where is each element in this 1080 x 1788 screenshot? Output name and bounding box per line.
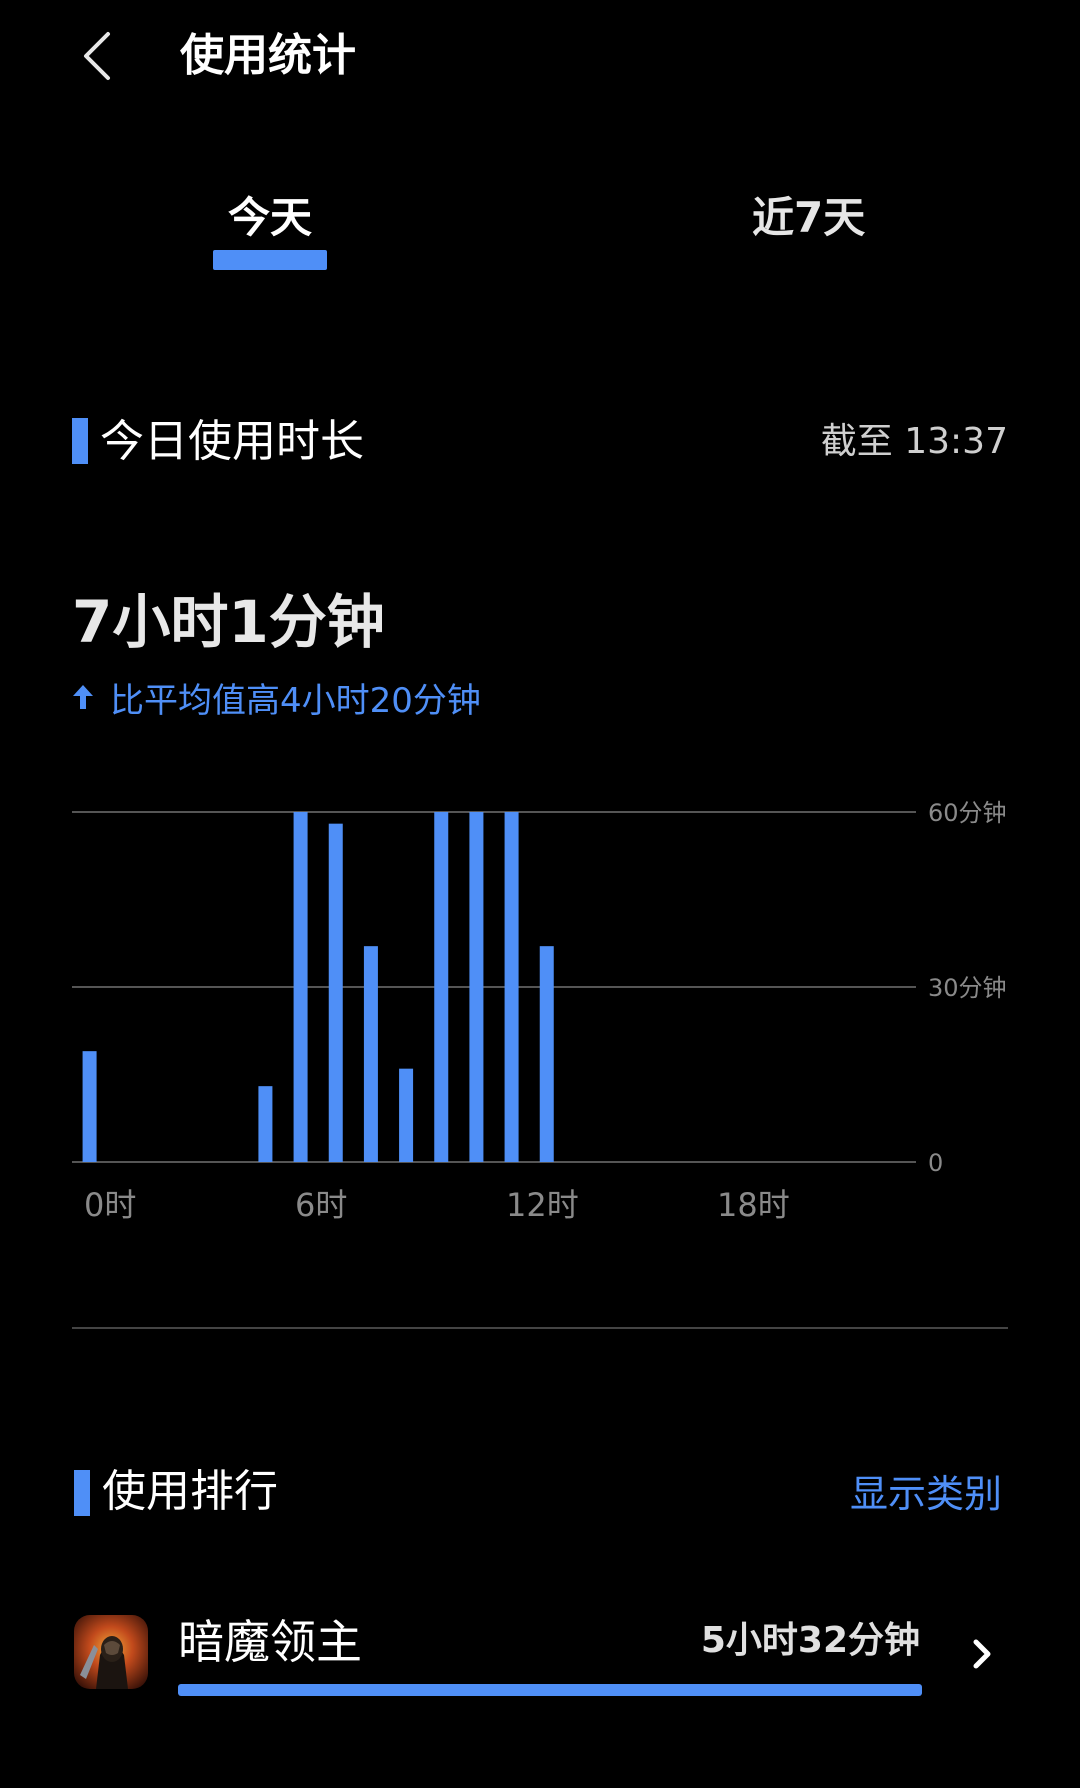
usage-progress-bar — [178, 1684, 922, 1696]
header: 使用统计 — [0, 0, 1080, 120]
section-marker — [72, 418, 88, 464]
divider — [72, 1327, 1008, 1329]
x-tick-label: 0时 — [84, 1186, 136, 1224]
hourly-usage-chart: 60分钟 30分钟 0 0时 6时 12时 18时 — [72, 799, 1007, 1224]
comparison-text: 比平均值高4小时20分钟 — [110, 680, 481, 721]
tab-today[interactable]: 今天 — [228, 190, 312, 246]
usage-section-title: 今日使用时长 — [100, 416, 364, 467]
bar-hour-8 — [363, 946, 378, 1162]
bar-hour-7 — [328, 823, 343, 1162]
chevron-left-icon — [84, 32, 110, 80]
x-tick-label: 6时 — [295, 1186, 347, 1224]
ranking-item[interactable]: 暗魔领主 5小时32分钟 — [0, 1600, 1080, 1720]
arrow-up-icon — [73, 685, 93, 709]
comparison-row: 比平均值高4小时20分钟 — [72, 673, 481, 721]
bar-hour-9 — [399, 1068, 414, 1162]
section-marker — [74, 1470, 90, 1516]
game-app-icon — [74, 1615, 148, 1689]
active-tab-indicator — [213, 250, 327, 270]
app-usage-time: 5小时32分钟 — [700, 1620, 920, 1661]
x-tick-label: 12时 — [506, 1186, 579, 1224]
usage-progress-track — [178, 1684, 922, 1696]
app-name: 暗魔领主 — [178, 1615, 362, 1669]
chevron-right-icon — [973, 1639, 991, 1669]
ranking-section-title: 使用排行 — [102, 1466, 278, 1517]
total-usage-time: 7小时1分钟 — [72, 588, 385, 656]
show-category-button[interactable]: 显示类别 — [850, 1466, 1002, 1522]
bar-hour-13 — [539, 946, 554, 1162]
bar-hour-0 — [82, 1051, 97, 1162]
tab-last-7-days[interactable]: 近7天 — [752, 190, 865, 246]
page-title: 使用统计 — [180, 30, 356, 81]
x-tick-label: 18时 — [717, 1186, 790, 1224]
as-of-time: 截至 13:37 — [820, 421, 1008, 462]
y-tick-label: 30分钟 — [928, 974, 1007, 1002]
bar-hour-12 — [504, 812, 519, 1162]
y-tick-label: 60分钟 — [928, 799, 1007, 827]
bar-hour-5 — [258, 1086, 273, 1162]
back-button[interactable] — [70, 26, 130, 86]
period-tabs: 今天 近7天 — [0, 190, 1080, 280]
bar-hour-6 — [293, 812, 308, 1162]
bar-hour-11 — [469, 812, 484, 1162]
y-tick-label: 0 — [928, 1149, 943, 1177]
bar-hour-10 — [434, 812, 449, 1162]
